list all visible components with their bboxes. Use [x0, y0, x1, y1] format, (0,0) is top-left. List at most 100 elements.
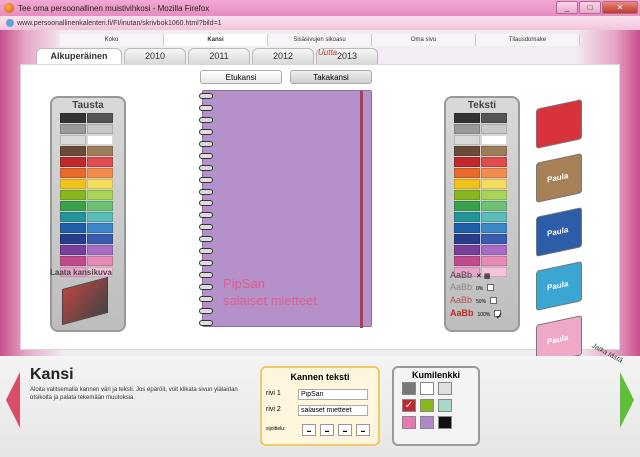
tab-2011[interactable]: 2011 [188, 48, 250, 64]
text-color-swatch[interactable] [454, 157, 480, 167]
text-style-row[interactable]: AaBb 50% [450, 295, 501, 308]
background-color-swatch[interactable] [60, 146, 86, 156]
background-color-swatch[interactable] [60, 245, 86, 255]
background-color-swatch[interactable] [87, 190, 113, 200]
text-color-swatch[interactable] [454, 223, 480, 233]
background-color-swatch[interactable] [60, 179, 86, 189]
background-color-swatch[interactable] [60, 190, 86, 200]
tab-2010[interactable]: 2010 [124, 48, 186, 64]
text-style-row[interactable]: AaBb ✕ ▦ [450, 270, 501, 282]
text-color-swatch[interactable] [481, 223, 507, 233]
nav-tab-sisasivut[interactable]: Sisäsivujen sikoasu [268, 34, 372, 46]
background-color-swatch[interactable] [60, 256, 86, 266]
background-color-swatch[interactable] [60, 157, 86, 167]
previous-arrow-icon[interactable] [6, 372, 20, 428]
shadow-100-checkbox[interactable]: ✓ [494, 310, 503, 321]
text-color-swatch[interactable] [481, 245, 507, 255]
address-bar[interactable]: www.persoonallinenkalenteri.fi/FI/inutan… [0, 16, 640, 30]
text-color-swatch[interactable] [481, 124, 507, 134]
text-style-row[interactable]: AaBb 100% ✓ [450, 308, 503, 321]
text-color-swatch[interactable] [454, 168, 480, 178]
text-color-swatch[interactable] [454, 256, 480, 266]
shadow-0-checkbox[interactable] [487, 284, 495, 292]
background-color-swatch[interactable] [60, 234, 86, 244]
background-color-swatch[interactable] [87, 201, 113, 211]
text-color-swatch[interactable] [481, 190, 507, 200]
background-color-swatch[interactable] [87, 124, 113, 134]
elastic-color-swatch[interactable] [402, 382, 416, 395]
background-color-swatch[interactable] [60, 124, 86, 134]
background-color-swatch[interactable] [87, 146, 113, 156]
elastic-color-swatch[interactable]: ✓ [402, 399, 416, 412]
placement-bottom-right-button[interactable]: ▬ [356, 424, 370, 436]
background-color-swatch[interactable] [87, 245, 113, 255]
background-color-swatch[interactable] [87, 179, 113, 189]
background-color-swatch[interactable] [60, 223, 86, 233]
placement-middle-button[interactable]: ▬ [320, 424, 334, 436]
text-color-swatch[interactable] [454, 212, 480, 222]
text-color-swatch[interactable] [481, 179, 507, 189]
text-color-swatch[interactable] [454, 135, 480, 145]
background-color-swatch[interactable] [87, 256, 113, 266]
placement-bottom-left-button[interactable]: ▬ [338, 424, 352, 436]
close-button[interactable]: ✕ [602, 1, 638, 14]
background-color-swatch[interactable] [87, 234, 113, 244]
text-color-swatch[interactable] [454, 201, 480, 211]
text-color-swatch[interactable] [454, 124, 480, 134]
tab-2012[interactable]: 2012 [252, 48, 314, 64]
spiral-ring [199, 164, 213, 171]
cover-thumbnail[interactable]: Paula [536, 153, 582, 203]
maximize-button[interactable]: □ [579, 1, 601, 14]
cover-thumbnail[interactable]: Paula [536, 261, 582, 311]
minimize-button[interactable]: _ [556, 1, 578, 14]
elastic-color-swatch[interactable] [420, 399, 434, 412]
elastic-color-swatch[interactable] [438, 399, 452, 412]
nav-tab-tilaus[interactable]: Tilausdomake [476, 34, 580, 46]
next-arrow-icon[interactable] [620, 372, 634, 428]
front-cover-button[interactable]: Etukansi [200, 70, 282, 84]
background-color-swatch[interactable] [87, 223, 113, 233]
background-color-swatch[interactable] [60, 168, 86, 178]
elastic-color-swatch[interactable] [420, 416, 434, 429]
background-color-swatch[interactable] [60, 135, 86, 145]
text-color-swatch[interactable] [481, 157, 507, 167]
elastic-color-swatch[interactable] [438, 382, 452, 395]
text-color-swatch[interactable] [481, 256, 507, 266]
background-color-swatch[interactable] [60, 201, 86, 211]
cover-thumbnail[interactable] [536, 99, 582, 149]
text-color-swatch[interactable] [481, 234, 507, 244]
text-color-swatch[interactable] [454, 146, 480, 156]
text-color-swatch[interactable] [481, 113, 507, 123]
text-style-row[interactable]: AaBb 0% [450, 282, 501, 295]
elastic-color-swatch[interactable] [402, 416, 416, 429]
cover-thumbnail[interactable]: Paula [536, 207, 582, 257]
shadow-50-checkbox[interactable] [490, 297, 498, 305]
nav-tab-kansi[interactable]: Kansi [164, 34, 268, 46]
background-color-swatch[interactable] [60, 212, 86, 222]
background-color-swatch[interactable] [87, 157, 113, 167]
back-cover-button[interactable]: Takakansi [290, 70, 372, 84]
nav-tab-koko[interactable]: Koko [60, 34, 164, 46]
text-color-swatch[interactable] [454, 190, 480, 200]
text-color-swatch[interactable] [481, 135, 507, 145]
text-color-swatch[interactable] [481, 212, 507, 222]
nav-tab-oma-sivu[interactable]: Oma sivu [372, 34, 476, 46]
text-color-swatch[interactable] [454, 245, 480, 255]
text-color-swatch[interactable] [481, 201, 507, 211]
background-color-swatch[interactable] [87, 212, 113, 222]
background-color-swatch[interactable] [60, 113, 86, 123]
row2-input[interactable] [298, 405, 368, 416]
text-color-swatch[interactable] [454, 179, 480, 189]
text-color-swatch[interactable] [454, 113, 480, 123]
text-color-swatch[interactable] [481, 168, 507, 178]
background-color-swatch[interactable] [87, 135, 113, 145]
placement-top-button[interactable]: ▬ [302, 424, 316, 436]
background-color-swatch[interactable] [87, 168, 113, 178]
elastic-color-swatch[interactable] [420, 382, 434, 395]
text-color-swatch[interactable] [481, 146, 507, 156]
text-color-swatch[interactable] [454, 234, 480, 244]
tab-alkuperainen[interactable]: Alkuperäinen [36, 48, 122, 64]
background-color-swatch[interactable] [87, 113, 113, 123]
row1-input[interactable] [298, 389, 368, 400]
elastic-color-swatch[interactable] [438, 416, 452, 429]
